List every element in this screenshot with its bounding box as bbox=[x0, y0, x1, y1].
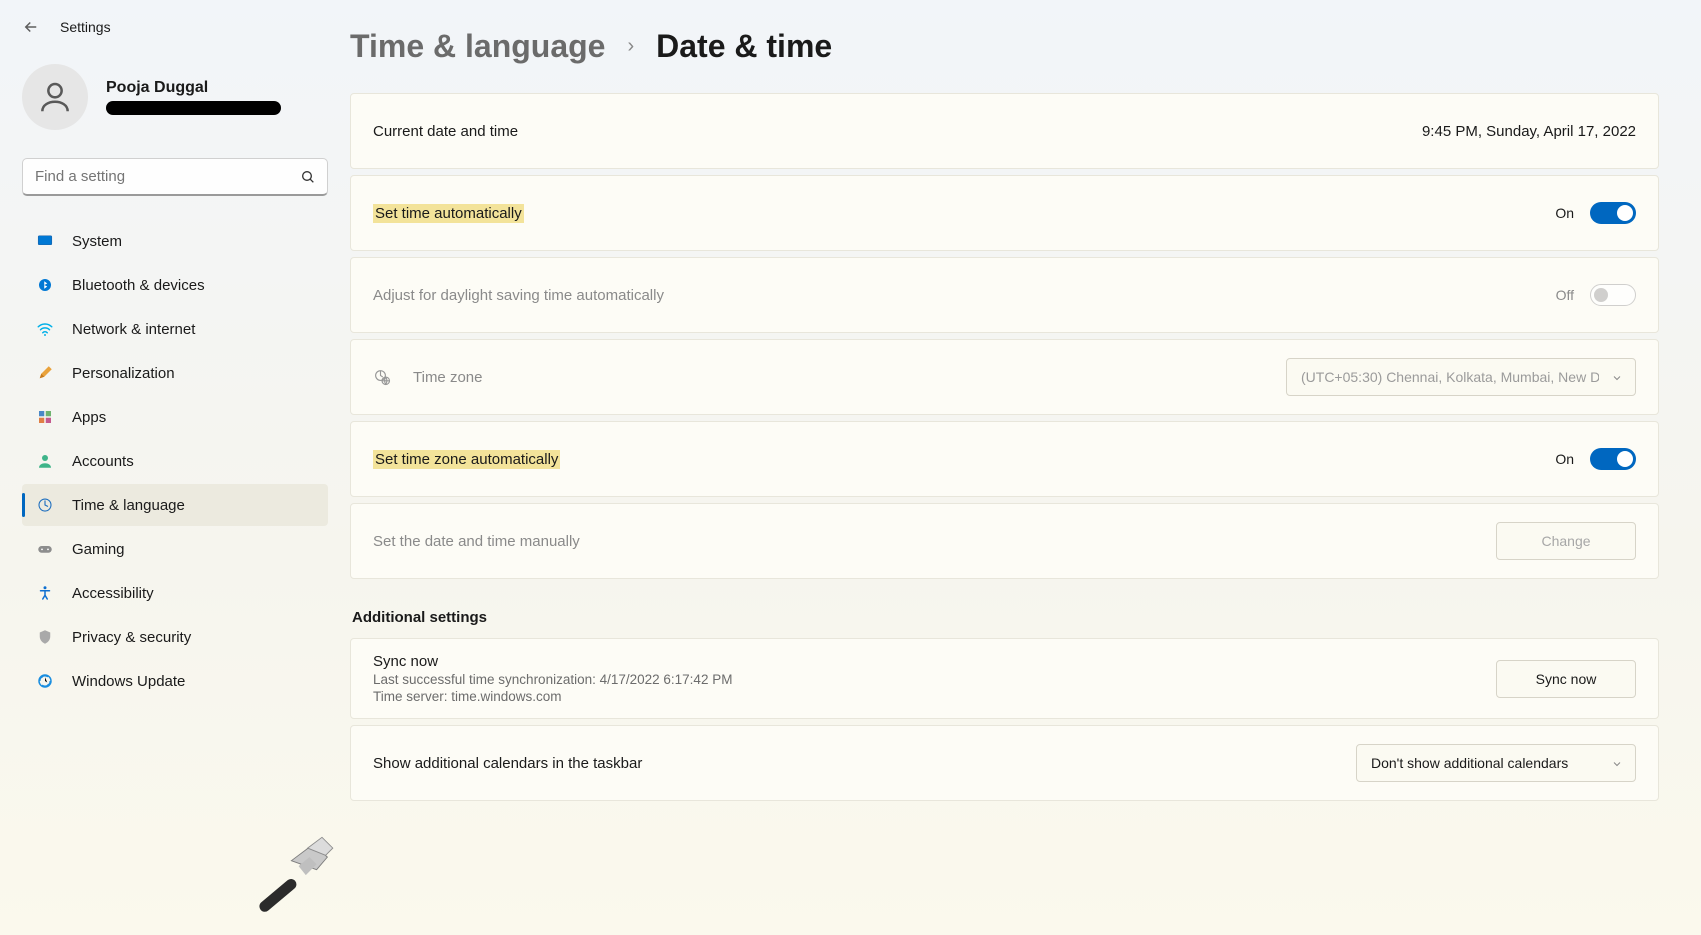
chevron-down-icon bbox=[1611, 757, 1623, 769]
change-button: Change bbox=[1496, 522, 1636, 560]
sidebar-item-label: Accounts bbox=[72, 453, 134, 470]
timezone-select: (UTC+05:30) Chennai, Kolkata, Mumbai, Ne… bbox=[1286, 358, 1636, 396]
additional-calendars-value: Don't show additional calendars bbox=[1371, 755, 1568, 771]
main-content: Time & language › Date & time Current da… bbox=[350, 0, 1701, 935]
profile-email-redacted bbox=[106, 101, 281, 115]
sidebar-item-personalization[interactable]: Personalization bbox=[22, 352, 328, 394]
dst-auto-toggle bbox=[1590, 284, 1636, 306]
dst-auto-state: Off bbox=[1556, 287, 1574, 303]
sidebar-item-label: Apps bbox=[72, 409, 106, 426]
sync-server: Time server: time.windows.com bbox=[373, 689, 732, 704]
accessibility-icon bbox=[36, 584, 54, 602]
sidebar-item-privacy[interactable]: Privacy & security bbox=[22, 616, 328, 658]
timezone-value: (UTC+05:30) Chennai, Kolkata, Mumbai, Ne… bbox=[1301, 369, 1599, 385]
set-tz-auto-toggle[interactable] bbox=[1590, 448, 1636, 470]
card-manual-datetime: Set the date and time manually Change bbox=[350, 503, 1659, 579]
sidebar-item-windows-update[interactable]: Windows Update bbox=[22, 660, 328, 702]
sidebar-item-label: Windows Update bbox=[72, 673, 185, 690]
sidebar-item-label: Time & language bbox=[72, 497, 185, 514]
profile-name: Pooja Duggal bbox=[106, 79, 281, 97]
card-additional-calendars: Show additional calendars in the taskbar… bbox=[350, 725, 1659, 801]
set-tz-auto-label: Set time zone automatically bbox=[373, 450, 560, 469]
search-input[interactable] bbox=[22, 158, 328, 196]
shield-icon bbox=[36, 628, 54, 646]
sidebar-item-label: Bluetooth & devices bbox=[72, 277, 205, 294]
sidebar-item-label: System bbox=[72, 233, 122, 250]
card-current-datetime: Current date and time 9:45 PM, Sunday, A… bbox=[350, 93, 1659, 169]
sidebar-item-accounts[interactable]: Accounts bbox=[22, 440, 328, 482]
clock-globe-icon bbox=[36, 496, 54, 514]
card-set-time-auto: Set time automatically On bbox=[350, 175, 1659, 251]
sidebar-item-system[interactable]: System bbox=[22, 220, 328, 262]
sidebar-item-label: Accessibility bbox=[72, 585, 154, 602]
sidebar-item-gaming[interactable]: Gaming bbox=[22, 528, 328, 570]
set-time-auto-label: Set time automatically bbox=[373, 204, 524, 223]
breadcrumb-parent[interactable]: Time & language bbox=[350, 28, 605, 65]
card-timezone: Time zone (UTC+05:30) Chennai, Kolkata, … bbox=[350, 339, 1659, 415]
avatar bbox=[22, 64, 88, 130]
sidebar-item-bluetooth[interactable]: Bluetooth & devices bbox=[22, 264, 328, 306]
gamepad-icon bbox=[36, 540, 54, 558]
additional-calendars-select[interactable]: Don't show additional calendars bbox=[1356, 744, 1636, 782]
globe-clock-icon bbox=[373, 368, 391, 386]
sidebar-item-network[interactable]: Network & internet bbox=[22, 308, 328, 350]
sidebar-item-label: Personalization bbox=[72, 365, 175, 382]
set-time-auto-toggle[interactable] bbox=[1590, 202, 1636, 224]
manual-datetime-label: Set the date and time manually bbox=[373, 533, 580, 550]
sidebar-item-label: Network & internet bbox=[72, 321, 195, 338]
sidebar-item-time-language[interactable]: Time & language bbox=[22, 484, 328, 526]
update-icon bbox=[36, 672, 54, 690]
profile[interactable]: Pooja Duggal bbox=[22, 64, 328, 130]
nav-list: System Bluetooth & devices Network & int… bbox=[22, 220, 328, 702]
search-icon bbox=[300, 169, 316, 185]
additional-calendars-label: Show additional calendars in the taskbar bbox=[373, 755, 642, 772]
back-button[interactable] bbox=[22, 18, 40, 36]
card-dst-auto: Adjust for daylight saving time automati… bbox=[350, 257, 1659, 333]
dst-auto-label: Adjust for daylight saving time automati… bbox=[373, 287, 664, 304]
wifi-icon bbox=[36, 320, 54, 338]
current-datetime-label: Current date and time bbox=[373, 123, 518, 140]
sync-now-title: Sync now bbox=[373, 653, 732, 670]
sidebar-item-label: Gaming bbox=[72, 541, 125, 558]
breadcrumb: Time & language › Date & time bbox=[350, 28, 1659, 65]
sidebar-item-accessibility[interactable]: Accessibility bbox=[22, 572, 328, 614]
card-sync-now: Sync now Last successful time synchroniz… bbox=[350, 638, 1659, 719]
set-tz-auto-state: On bbox=[1555, 451, 1574, 467]
sidebar-item-label: Privacy & security bbox=[72, 629, 191, 646]
display-icon bbox=[36, 232, 54, 250]
sidebar: Settings Pooja Duggal System bbox=[0, 0, 350, 935]
breadcrumb-current: Date & time bbox=[656, 28, 832, 65]
chevron-down-icon bbox=[1611, 371, 1623, 383]
sync-last: Last successful time synchronization: 4/… bbox=[373, 672, 732, 687]
chevron-right-icon: › bbox=[627, 35, 634, 58]
person-icon bbox=[36, 452, 54, 470]
app-title: Settings bbox=[60, 19, 111, 35]
card-set-tz-auto: Set time zone automatically On bbox=[350, 421, 1659, 497]
current-datetime-value: 9:45 PM, Sunday, April 17, 2022 bbox=[1422, 123, 1636, 140]
apps-icon bbox=[36, 408, 54, 426]
bluetooth-icon bbox=[36, 276, 54, 294]
sync-now-button[interactable]: Sync now bbox=[1496, 660, 1636, 698]
set-time-auto-state: On bbox=[1555, 205, 1574, 221]
timezone-label: Time zone bbox=[413, 369, 482, 386]
additional-settings-title: Additional settings bbox=[352, 609, 1659, 626]
paintbrush-icon bbox=[36, 364, 54, 382]
sidebar-item-apps[interactable]: Apps bbox=[22, 396, 328, 438]
